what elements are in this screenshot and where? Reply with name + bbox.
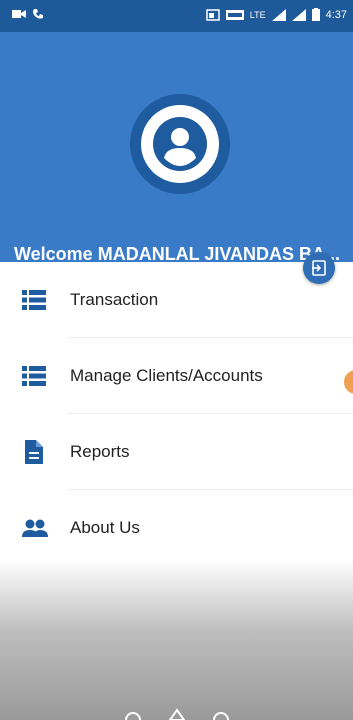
menu-item-about-us[interactable]: About Us (0, 490, 353, 566)
menu-item-label: Manage Clients/Accounts (70, 366, 263, 385)
signal-icon (271, 8, 286, 21)
battery-icon (311, 8, 320, 21)
signal-icon-2 (291, 8, 306, 21)
cast-icon (205, 8, 220, 21)
menu-item-label: About Us (70, 518, 140, 537)
document-icon (25, 440, 43, 464)
avatar (130, 94, 230, 194)
phone-icon (33, 9, 43, 19)
list-icon (22, 366, 46, 386)
drawer-header: Welcome MADANLAL JIVANDAS BA... (0, 32, 353, 264)
drawer-menu: Transaction Manage Clients/Accounts Repo… (0, 262, 353, 566)
home-icon[interactable] (168, 708, 186, 720)
status-left (12, 8, 44, 20)
clock: 4:37 (325, 8, 347, 21)
logout-icon (312, 260, 326, 276)
menu-item-transaction[interactable]: Transaction (0, 262, 353, 338)
video-camera-icon (12, 10, 26, 18)
volte-icon (225, 9, 244, 20)
back-icon[interactable] (124, 708, 142, 720)
menu-item-label: Transaction (70, 290, 159, 309)
system-nav-bar (0, 680, 353, 720)
network-type: LTE (249, 9, 266, 20)
menu-item-manage-clients[interactable]: Manage Clients/Accounts (0, 338, 353, 414)
avatar-inner (141, 105, 219, 183)
status-bar: LTE 4:37 (0, 0, 353, 32)
menu-item-reports[interactable]: Reports (0, 414, 353, 490)
recents-icon[interactable] (212, 708, 230, 720)
people-icon (22, 519, 48, 537)
list-icon (22, 290, 46, 310)
logout-button[interactable] (303, 252, 335, 284)
menu-item-label: Reports (70, 442, 130, 461)
user-icon (153, 117, 207, 171)
status-right: LTE 4:37 (205, 8, 347, 21)
